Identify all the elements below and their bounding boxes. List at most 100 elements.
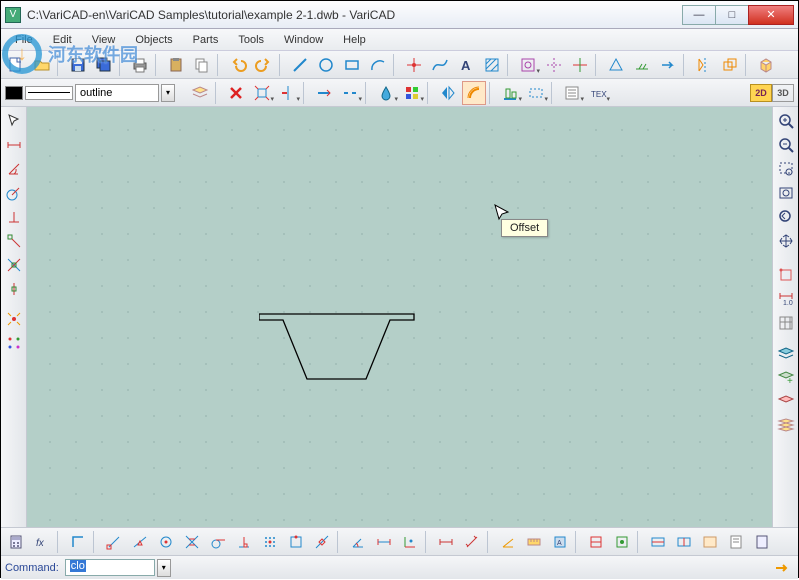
status-2-icon[interactable] bbox=[610, 530, 634, 554]
save-all-button[interactable] bbox=[92, 53, 116, 77]
snap-vertical-tool[interactable] bbox=[3, 278, 25, 300]
explode-button[interactable]: ▾ bbox=[250, 81, 274, 105]
circle-tool[interactable] bbox=[314, 53, 338, 77]
cursor-select-tool[interactable] bbox=[3, 110, 25, 132]
symbol-tool[interactable]: ▾ bbox=[516, 53, 540, 77]
drawing-canvas[interactable]: Offset bbox=[27, 107, 772, 527]
ortho-button[interactable] bbox=[66, 530, 90, 554]
setting-3-button[interactable] bbox=[698, 530, 722, 554]
arc-tool[interactable] bbox=[366, 53, 390, 77]
trim-button[interactable]: ▾ bbox=[276, 81, 300, 105]
menu-view[interactable]: View bbox=[84, 32, 124, 48]
snap-near-icon[interactable] bbox=[310, 530, 334, 554]
zoom-in-button[interactable] bbox=[775, 110, 797, 132]
setting-1-button[interactable] bbox=[646, 530, 670, 554]
doc-button[interactable] bbox=[724, 530, 748, 554]
spline-tool[interactable] bbox=[428, 53, 452, 77]
calc-button[interactable] bbox=[4, 530, 28, 554]
snap-edge-icon[interactable] bbox=[284, 530, 308, 554]
snap-tan-icon[interactable] bbox=[206, 530, 230, 554]
snap-intersect-tool[interactable] bbox=[3, 254, 25, 276]
dim-settings-button[interactable]: 1.0 bbox=[775, 288, 797, 310]
page-button[interactable] bbox=[750, 530, 774, 554]
pan-button[interactable] bbox=[775, 230, 797, 252]
print-button[interactable] bbox=[128, 53, 152, 77]
zoom-fit-button[interactable] bbox=[775, 182, 797, 204]
command-input[interactable]: clo bbox=[65, 559, 155, 576]
open-file-button[interactable] bbox=[30, 53, 54, 77]
layer-red-button[interactable] bbox=[775, 390, 797, 412]
snap-grid-icon[interactable] bbox=[258, 530, 282, 554]
arrow-tool[interactable] bbox=[656, 53, 680, 77]
snap-end-tool[interactable] bbox=[3, 230, 25, 252]
offset-button[interactable] bbox=[462, 81, 486, 105]
menu-help[interactable]: Help bbox=[335, 32, 374, 48]
layer-dropdown-button[interactable]: ▾ bbox=[161, 84, 175, 102]
snap-coord-icon[interactable] bbox=[398, 530, 422, 554]
paste-button[interactable] bbox=[164, 53, 188, 77]
dimension-radius-tool[interactable] bbox=[3, 182, 25, 204]
snap-end-icon[interactable] bbox=[102, 530, 126, 554]
mode-3d-button[interactable]: 3D bbox=[772, 84, 794, 102]
fn-button[interactable]: fx bbox=[30, 530, 54, 554]
layer-stack-button[interactable] bbox=[775, 414, 797, 436]
menu-file[interactable]: File bbox=[7, 32, 41, 48]
layer-add-button[interactable]: + bbox=[775, 366, 797, 388]
snap-mid-icon[interactable] bbox=[128, 530, 152, 554]
minimize-button[interactable]: — bbox=[682, 5, 716, 25]
ortho-toggle[interactable] bbox=[775, 264, 797, 286]
list-button[interactable]: ▾ bbox=[560, 81, 584, 105]
menu-tools[interactable]: Tools bbox=[230, 32, 272, 48]
axis-tool[interactable] bbox=[568, 53, 592, 77]
measure-dist-icon[interactable] bbox=[522, 530, 546, 554]
move-box-tool[interactable] bbox=[718, 53, 742, 77]
command-dropdown[interactable]: ▾ bbox=[157, 559, 171, 577]
zoom-window-button[interactable] bbox=[775, 158, 797, 180]
triangle-tool[interactable] bbox=[604, 53, 628, 77]
dimension-angle-tool[interactable] bbox=[3, 158, 25, 180]
change-length-button[interactable] bbox=[312, 81, 336, 105]
dim-quick-icon[interactable] bbox=[434, 530, 458, 554]
menu-edit[interactable]: Edit bbox=[45, 32, 80, 48]
align-button[interactable]: ▾ bbox=[498, 81, 522, 105]
mirror-h-button[interactable] bbox=[436, 81, 460, 105]
snap-perp-icon[interactable] bbox=[232, 530, 256, 554]
delete-button[interactable] bbox=[224, 81, 248, 105]
redo-button[interactable] bbox=[252, 53, 276, 77]
close-button[interactable]: ✕ bbox=[748, 5, 794, 25]
line-tool[interactable] bbox=[288, 53, 312, 77]
text-tool[interactable]: A bbox=[454, 53, 478, 77]
snap-angle-icon[interactable] bbox=[346, 530, 370, 554]
measure-area-icon[interactable]: A bbox=[548, 530, 572, 554]
color-picker-button[interactable]: ▾ bbox=[400, 81, 424, 105]
layers-button[interactable] bbox=[188, 81, 212, 105]
layers-panel-button[interactable] bbox=[775, 342, 797, 364]
color-swatch[interactable] bbox=[5, 86, 23, 100]
zoom-prev-button[interactable] bbox=[775, 206, 797, 228]
break-button[interactable]: ▾ bbox=[338, 81, 362, 105]
snap-int-icon[interactable] bbox=[180, 530, 204, 554]
new-file-button[interactable] bbox=[4, 53, 28, 77]
maximize-button[interactable]: □ bbox=[715, 5, 749, 25]
undo-button[interactable] bbox=[226, 53, 250, 77]
clear-command-button[interactable] bbox=[769, 556, 793, 580]
setting-2-button[interactable] bbox=[672, 530, 696, 554]
crossline-tool[interactable] bbox=[542, 53, 566, 77]
grid-toggle[interactable] bbox=[775, 312, 797, 334]
paint-drop-button[interactable]: ▾ bbox=[374, 81, 398, 105]
layer-name-dropdown[interactable]: outline bbox=[75, 84, 159, 102]
status-1-icon[interactable] bbox=[584, 530, 608, 554]
measure-angle-icon[interactable] bbox=[496, 530, 520, 554]
mode-2d-button[interactable]: 2D bbox=[750, 84, 772, 102]
dimension-linear-tool[interactable] bbox=[3, 134, 25, 156]
rect-tool[interactable] bbox=[340, 53, 364, 77]
copy-button[interactable] bbox=[190, 53, 214, 77]
cube-tool[interactable] bbox=[754, 53, 778, 77]
hatch-tool[interactable] bbox=[480, 53, 504, 77]
save-button[interactable] bbox=[66, 53, 90, 77]
linetype-preview[interactable] bbox=[25, 86, 73, 100]
select-rect-button[interactable]: ▾ bbox=[524, 81, 548, 105]
menu-window[interactable]: Window bbox=[276, 32, 331, 48]
snap-center-icon[interactable] bbox=[154, 530, 178, 554]
zoom-out-button[interactable] bbox=[775, 134, 797, 156]
